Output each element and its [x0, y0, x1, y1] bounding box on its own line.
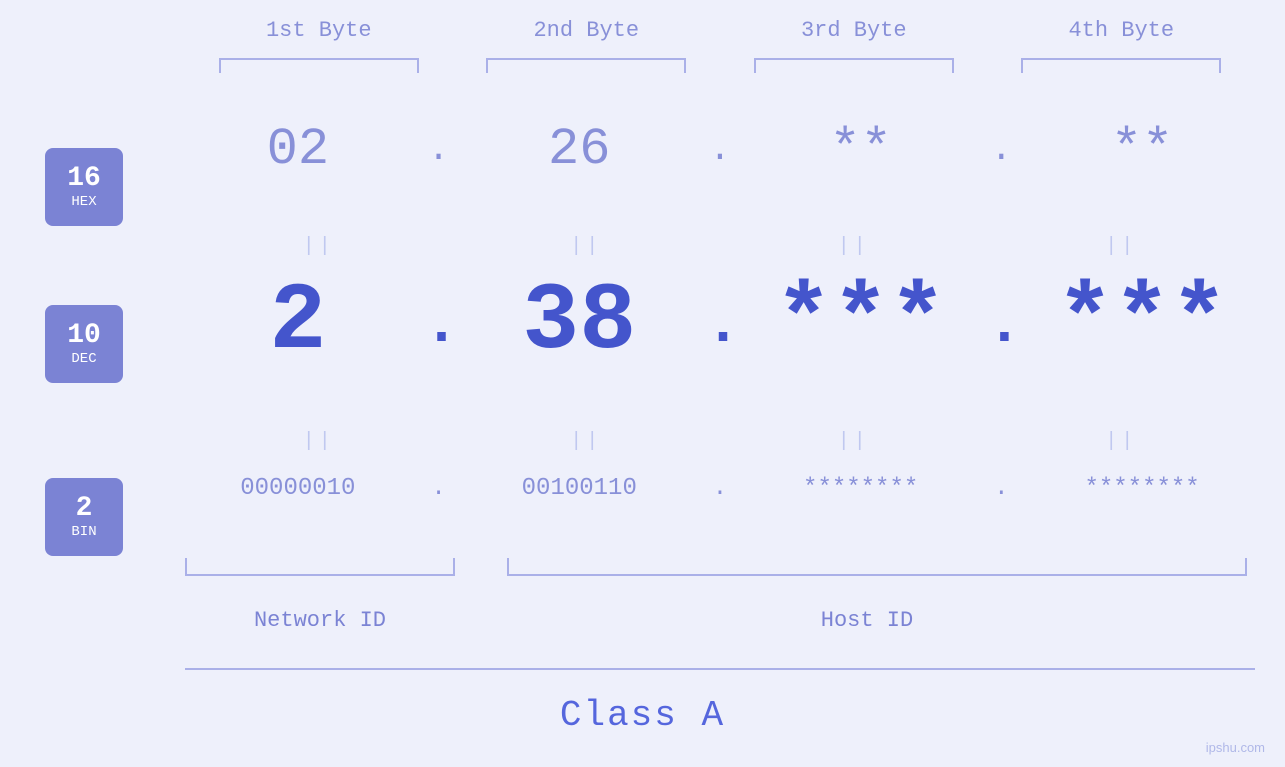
- hex-byte-3: **: [761, 120, 961, 179]
- dec-dot-2: .: [705, 292, 735, 370]
- bin-dot-2: .: [705, 475, 735, 502]
- dec-dot-1: .: [424, 292, 454, 370]
- network-id-bracket: [185, 558, 455, 576]
- dec-byte-2: 38: [479, 275, 679, 370]
- byte-label-2: 2nd Byte: [486, 18, 686, 43]
- badge-dec-number: 10: [67, 321, 101, 352]
- hex-dot-1: .: [424, 129, 454, 170]
- badge-dec-label: DEC: [71, 352, 96, 367]
- badge-hex: 16 HEX: [45, 148, 123, 226]
- hex-byte-1: 02: [198, 120, 398, 179]
- sep2-byte-3: ||: [754, 430, 954, 453]
- bin-byte-2: 00100110: [479, 475, 679, 502]
- badge-hex-label: HEX: [71, 195, 96, 210]
- bracket-byte-4: [1021, 58, 1221, 73]
- badge-bin-label: BIN: [71, 525, 96, 540]
- dec-byte-3: ***: [761, 275, 961, 370]
- badge-bin: 2 BIN: [45, 478, 123, 556]
- hex-dot-3: .: [986, 129, 1016, 170]
- class-label: Class A: [0, 695, 1285, 736]
- byte-label-4: 4th Byte: [1021, 18, 1221, 43]
- bracket-byte-1: [219, 58, 419, 73]
- network-host-brackets: [185, 558, 1247, 581]
- sep2-byte-1: ||: [219, 430, 419, 453]
- bin-dot-1: .: [424, 475, 454, 502]
- host-id-bracket: [507, 558, 1247, 576]
- sep2-byte-4: ||: [1021, 430, 1221, 453]
- bin-dot-3: .: [986, 475, 1016, 502]
- host-id-label: Host ID: [497, 608, 1237, 633]
- bracket-byte-2: [486, 58, 686, 73]
- hex-byte-2: 26: [479, 120, 679, 179]
- footer: ipshu.com: [1206, 740, 1265, 755]
- dec-byte-4: ***: [1042, 275, 1242, 370]
- sep1-byte-4: ||: [1021, 235, 1221, 258]
- hex-dot-2: .: [705, 129, 735, 170]
- bin-byte-4: ********: [1042, 475, 1242, 502]
- sep1-byte-3: ||: [754, 235, 954, 258]
- network-id-label: Network ID: [185, 608, 455, 633]
- sep1-byte-1: ||: [219, 235, 419, 258]
- dec-dot-3: .: [986, 292, 1016, 370]
- bin-byte-1: 00000010: [198, 475, 398, 502]
- badge-hex-number: 16: [67, 164, 101, 195]
- byte-label-1: 1st Byte: [219, 18, 419, 43]
- dec-byte-1: 2: [198, 275, 398, 370]
- badge-dec: 10 DEC: [45, 305, 123, 383]
- hex-byte-4: **: [1042, 120, 1242, 179]
- sep1-byte-2: ||: [486, 235, 686, 258]
- badge-bin-number: 2: [76, 494, 93, 525]
- bracket-byte-3: [754, 58, 954, 73]
- byte-label-3: 3rd Byte: [754, 18, 954, 43]
- bin-byte-3: ********: [761, 475, 961, 502]
- class-bracket: [185, 668, 1255, 670]
- sep2-byte-2: ||: [486, 430, 686, 453]
